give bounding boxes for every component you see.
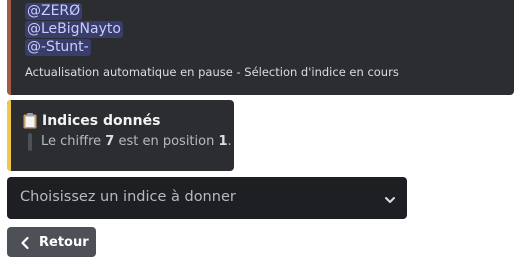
hint-position: 1 (218, 134, 228, 149)
embed-accent-bar (7, 100, 11, 171)
user-mention[interactable]: @LeBigNayto (25, 21, 123, 38)
hints-title-text: Indices donnés (42, 112, 161, 129)
user-mention[interactable]: @-Stunt- (25, 39, 91, 56)
hint-digit: 7 (105, 134, 115, 149)
chevron-left-icon (19, 235, 31, 250)
hint-middle: est en position (114, 134, 219, 149)
clipboard-icon (22, 112, 38, 129)
user-mention[interactable]: @ZERØ (25, 3, 83, 20)
hint-select-menu[interactable]: Choisissez un indice à donner (7, 177, 407, 219)
hints-title: Indices donnés (22, 112, 160, 129)
hint-quote: Le chiffre 7 est en position 1. (28, 133, 232, 151)
embed-accent-bar (7, 0, 11, 95)
chevron-down-icon (383, 192, 397, 206)
hints-embed: Indices donnés Le chiffre 7 est en posit… (7, 100, 234, 171)
select-placeholder: Choisissez un indice à donner (20, 189, 236, 205)
back-button[interactable]: Retour (7, 227, 96, 257)
hint-suffix: . (227, 134, 232, 149)
embed-footer: Actualisation automatique en pause - Sél… (25, 65, 399, 79)
hint-text: Le chiffre 7 est en position 1. (41, 133, 232, 151)
status-embed: @ZERØ @LeBigNayto @-Stunt- Actualisation… (7, 0, 514, 95)
back-button-label: Retour (39, 234, 89, 250)
discord-message: @ZERØ @LeBigNayto @-Stunt- Actualisation… (0, 0, 523, 266)
quote-bar (28, 133, 32, 151)
hint-prefix: Le chiffre (41, 134, 106, 149)
mention-list: @ZERØ @LeBigNayto @-Stunt- (25, 3, 123, 56)
